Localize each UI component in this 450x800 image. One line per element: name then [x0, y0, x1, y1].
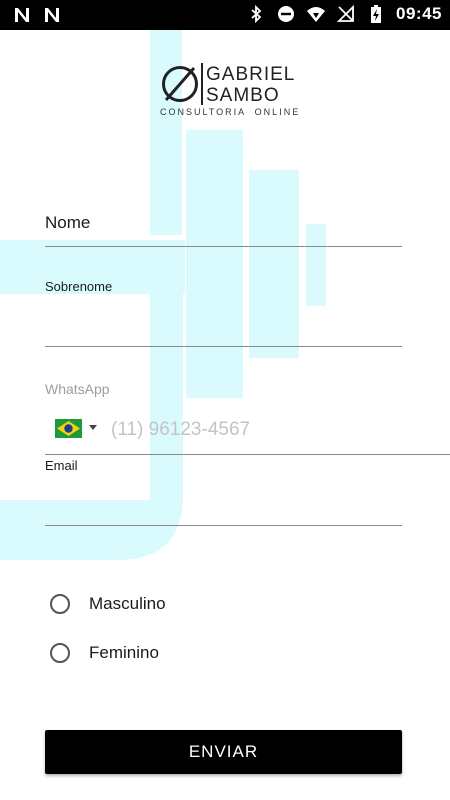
radio-masculino[interactable]: Masculino	[50, 594, 166, 614]
brand-logo: GABRIEL SAMBO CONSULTORIA ONLINE	[160, 60, 300, 122]
radio-button-icon[interactable]	[50, 643, 70, 663]
signup-screen: 09:45 GABRIEL SAMBO CONSULTORIA ONLINE N…	[0, 0, 450, 800]
enviar-button[interactable]: ENVIAR	[45, 730, 402, 774]
whatsapp-label: WhatsApp	[45, 381, 110, 397]
battery-charging-icon	[371, 5, 382, 23]
brazil-flag-icon[interactable]	[55, 419, 82, 438]
email-label: Email	[45, 458, 78, 473]
whatsapp-phone-row	[55, 415, 450, 445]
sobrenome-label: Sobrenome	[45, 279, 113, 294]
signal-off-icon	[336, 4, 354, 22]
sobrenome-field[interactable]	[45, 346, 402, 347]
whatsapp-underline	[45, 454, 450, 455]
radio-feminino[interactable]: Feminino	[50, 643, 159, 663]
email-field[interactable]	[45, 525, 402, 526]
wifi-icon	[307, 7, 326, 22]
notification-n-icon	[15, 8, 29, 22]
radio-feminino-label: Feminino	[89, 643, 159, 662]
logo-mark-icon	[162, 66, 198, 102]
logo-line-1: GABRIEL	[206, 64, 296, 85]
nome-underline	[45, 246, 402, 247]
logo-line-2: SAMBO	[206, 85, 280, 106]
status-bar: 09:45	[0, 0, 450, 30]
whatsapp-input[interactable]	[109, 415, 413, 445]
logo-divider	[201, 63, 203, 105]
radio-masculino-label: Masculino	[89, 594, 166, 613]
logo-wordmark: GABRIEL SAMBO	[206, 64, 295, 106]
country-dropdown-icon[interactable]	[89, 425, 97, 430]
notification-n-icon	[45, 8, 59, 22]
bluetooth-icon	[251, 4, 262, 24]
clock: 09:45	[396, 4, 442, 23]
logo-subtitle: CONSULTORIA ONLINE	[160, 107, 301, 117]
nome-field[interactable]: Nome	[45, 213, 90, 233]
do-not-disturb-icon	[278, 6, 295, 22]
radio-button-icon[interactable]	[50, 594, 70, 614]
